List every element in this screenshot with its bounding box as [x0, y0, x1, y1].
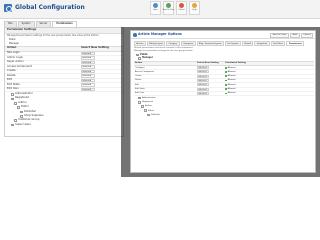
- expand-icon: [11, 97, 14, 101]
- setting-select[interactable]: Inherited: [81, 78, 95, 83]
- help-button[interactable]: Help: [189, 1, 200, 15]
- joomla-logo-icon: [4, 4, 12, 12]
- col-select-setting: Select New Setting: [197, 62, 219, 65]
- allowed-icon: [225, 83, 227, 86]
- page-title: Global Configuration: [15, 4, 85, 11]
- save-button[interactable]: Save: [150, 1, 161, 15]
- setting-select[interactable]: Inherited: [81, 65, 95, 69]
- tree-item[interactable]: Publisher: [134, 113, 314, 117]
- setting-select[interactable]: Inherited: [81, 87, 95, 92]
- modal-header: Article Manager Options Save & Close Sav…: [131, 31, 315, 39]
- allowed-icon: [225, 66, 227, 69]
- modal-body: Default permissions used for all content…: [134, 46, 314, 172]
- allowed-icon: [225, 88, 227, 91]
- setting-select[interactable]: Inherited: [197, 79, 209, 83]
- setting-select[interactable]: Inherited: [81, 69, 95, 74]
- col-action: Action: [135, 62, 143, 65]
- expand-icon: [144, 109, 147, 113]
- expand-icon: [20, 110, 23, 114]
- expand-icon: [17, 106, 20, 109]
- expand-icon: [141, 105, 144, 108]
- allowed-icon: [225, 79, 227, 82]
- help-icon: [192, 3, 197, 8]
- cancel-button[interactable]: Cancel: [176, 1, 187, 15]
- setting-select[interactable]: Inherited: [197, 74, 209, 78]
- allowed-icon: [225, 71, 227, 73]
- allowed-icon: [225, 92, 227, 95]
- page-header: Global Configuration Save Save & Close C…: [0, 0, 320, 19]
- setting-select[interactable]: Inherited: [197, 66, 209, 70]
- setting-select[interactable]: Inherited: [81, 60, 95, 65]
- expand-icon: [11, 93, 14, 96]
- expand-icon: [14, 119, 17, 123]
- tree-item[interactable]: Super Users: [5, 123, 123, 127]
- setting-select[interactable]: Inherited: [81, 74, 95, 78]
- cancel-button[interactable]: Cancel: [300, 32, 313, 39]
- options-modal: Article Manager Options Save & Close Sav…: [130, 30, 316, 173]
- joomla-logo-icon: [133, 33, 137, 37]
- setting-select[interactable]: Inherited: [81, 56, 95, 60]
- setting-select[interactable]: Inherited: [197, 83, 209, 87]
- toolbar: Save Save & Close Cancel Help: [150, 1, 200, 15]
- collapse-icon: [138, 57, 141, 60]
- expand-icon: [138, 96, 141, 100]
- col-calculated: Calculated Setting: [225, 62, 246, 65]
- modal-title: Article Manager Options: [138, 32, 182, 37]
- expand-icon: [14, 101, 17, 105]
- save-close-icon: [166, 3, 171, 8]
- expand-icon: [147, 113, 150, 117]
- expand-icon: [11, 123, 14, 127]
- cancel-icon: [179, 3, 184, 8]
- setting-select[interactable]: Inherited: [197, 70, 209, 74]
- setting-select[interactable]: Inherited: [197, 91, 209, 95]
- permissions-panel: Permission Settings Manage the permissio…: [4, 27, 124, 137]
- save-close-button[interactable]: Save & Close: [270, 32, 289, 39]
- setting-select[interactable]: Inherited: [81, 83, 95, 87]
- modal-actions: Save & Close Save Cancel: [270, 32, 313, 39]
- allowed-icon: [225, 75, 227, 78]
- expand-icon: [136, 53, 139, 57]
- col-select-setting: Select New Setting: [81, 46, 109, 50]
- save-close-button[interactable]: Save & Close: [163, 1, 174, 15]
- col-action: Action: [7, 46, 17, 50]
- save-icon: [153, 3, 158, 8]
- expand-icon: [138, 101, 141, 104]
- save-button[interactable]: Save: [289, 32, 300, 39]
- setting-select[interactable]: Inherited: [197, 87, 209, 91]
- setting-select[interactable]: Inherited: [81, 51, 95, 56]
